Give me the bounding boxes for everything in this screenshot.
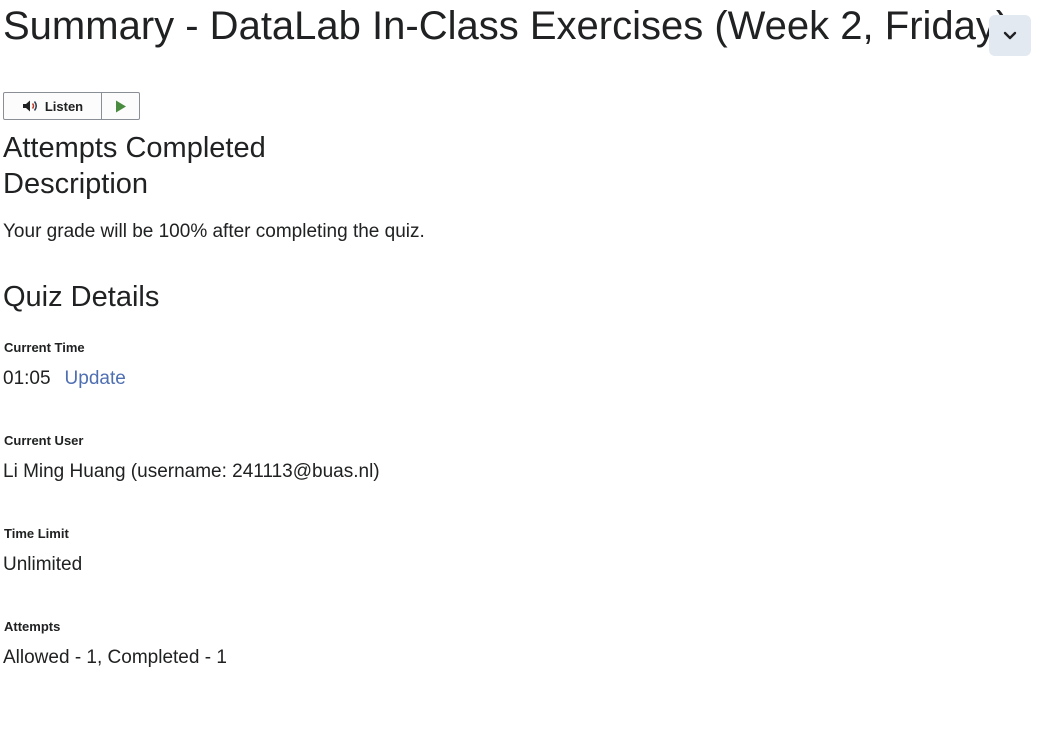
description-text: Your grade will be 100% after completing… [3,221,425,242]
current-user-value: Li Ming Huang (username: 241113@buas.nl) [3,461,380,482]
attempts-label: Attempts [4,619,61,634]
play-icon [115,100,126,112]
time-limit-value: Unlimited [3,554,83,575]
description-heading: Description [3,168,149,200]
quiz-summary-page: Summary - DataLab In-Class Exercises (We… [0,0,1046,732]
time-limit-label: Time Limit [4,526,69,541]
title-menu-button[interactable] [989,15,1031,56]
page-title: Summary - DataLab In-Class Exercises (We… [3,4,1010,48]
attempts-value: Allowed - 1, Completed - 1 [3,647,227,668]
listen-button[interactable]: Listen [4,93,102,119]
play-button[interactable] [102,93,139,119]
current-time-row: 01:05 Update [3,367,126,391]
speaker-icon [22,100,37,112]
current-time-value: 01:05 [3,368,51,389]
chevron-down-icon [1003,31,1017,39]
update-time-link[interactable]: Update [65,368,126,389]
listen-label: Listen [44,98,84,114]
title-row: Summary - DataLab In-Class Exercises (We… [3,0,1043,60]
quiz-details-heading: Quiz Details [3,281,160,313]
current-time-label: Current Time [4,340,85,355]
listen-widget: Listen [3,92,140,120]
attempts-completed-heading: Attempts Completed [3,132,266,164]
current-user-label: Current User [4,433,84,448]
